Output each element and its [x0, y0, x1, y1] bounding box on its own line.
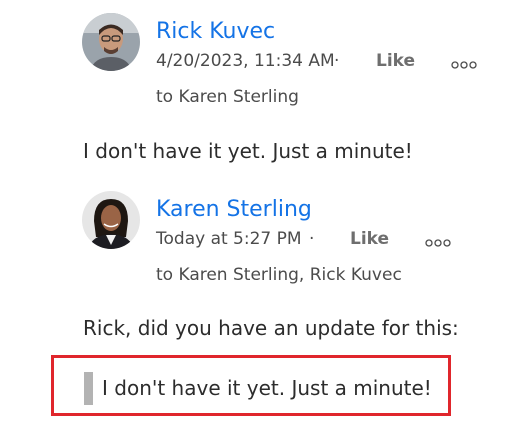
- comment-body: I don't have it yet. Just a minute!: [83, 139, 413, 163]
- comment-recipients: to Karen Sterling, Rick Kuvec: [156, 265, 402, 285]
- meta-separator: ·: [334, 51, 340, 71]
- author-link[interactable]: Rick Kuvec: [156, 19, 275, 45]
- ellipsis-icon[interactable]: [451, 56, 477, 69]
- comment-thread: Rick Kuvec 4/20/2023, 11:34 AM · Like to…: [0, 0, 518, 440]
- comment-timestamp: 4/20/2023, 11:34 AM: [156, 51, 335, 71]
- quoted-text: I don't have it yet. Just a minute!: [102, 376, 432, 400]
- like-button[interactable]: Like: [350, 228, 389, 250]
- like-button[interactable]: Like: [376, 50, 415, 72]
- meta-separator: ·: [309, 229, 315, 249]
- quote-bar: [84, 372, 93, 405]
- author-link[interactable]: Karen Sterling: [156, 197, 312, 223]
- comment-recipients: to Karen Sterling: [156, 87, 299, 107]
- avatar-karen-sterling[interactable]: [82, 191, 140, 249]
- avatar-rick-kuvec[interactable]: [82, 13, 140, 71]
- comment-body: Rick, did you have an update for this:: [83, 316, 459, 340]
- comment-timestamp: Today at 5:27 PM: [156, 229, 302, 249]
- ellipsis-icon[interactable]: [425, 234, 451, 247]
